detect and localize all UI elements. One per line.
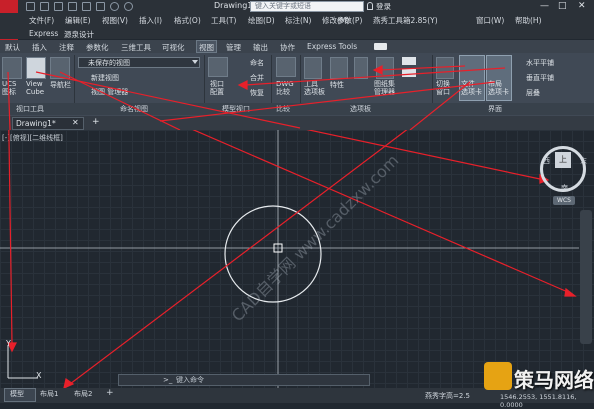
command-prompt-icon: >_: [163, 376, 173, 384]
annotation-arrows-top: [7, 65, 506, 130]
tab-model[interactable]: 模型: [10, 389, 24, 399]
command-line[interactable]: [118, 374, 370, 386]
compass-west[interactable]: 西: [543, 156, 550, 166]
add-layout-button[interactable]: +: [106, 388, 114, 398]
arrow-ucs: [8, 130, 13, 344]
navigation-bar[interactable]: [580, 210, 592, 344]
brand-watermark-text: 策马网络: [514, 368, 594, 392]
ucs-x-label: X: [36, 371, 42, 380]
ucs-y-label: Y: [6, 339, 11, 348]
arrow-head: [63, 377, 75, 388]
command-input[interactable]: 键入命令: [176, 375, 204, 385]
coordinates-readout: 1546.2553, 1551.8116, 0.0000: [500, 393, 577, 409]
wcs-menu[interactable]: WCS: [553, 196, 575, 205]
tab-layout2[interactable]: 布局2: [74, 389, 92, 399]
viewcube-top-face[interactable]: 上: [555, 152, 571, 168]
compass-south[interactable]: 南: [561, 183, 568, 193]
brand-logo-icon: [484, 362, 512, 390]
compass-east[interactable]: 东: [580, 156, 587, 166]
tab-layout1[interactable]: 布局1: [40, 389, 58, 399]
arrow-head: [564, 287, 577, 297]
font-height-status: 燕秀字高=2.5: [425, 392, 470, 400]
